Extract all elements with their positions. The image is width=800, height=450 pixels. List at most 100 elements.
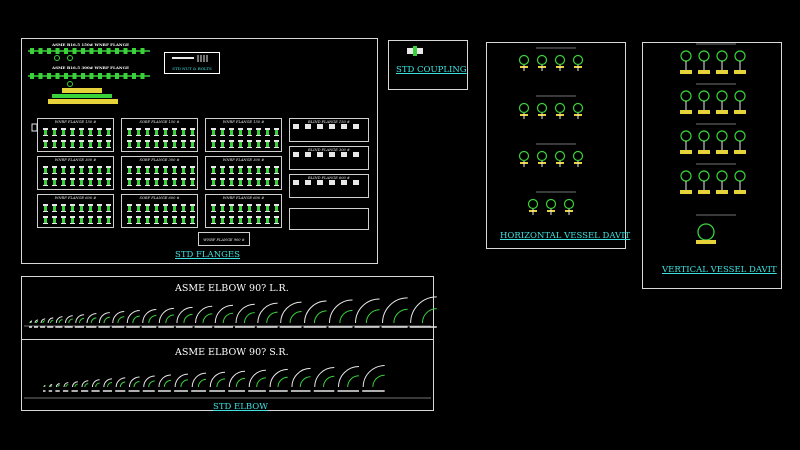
elbow-sr-inner [107, 382, 113, 388]
flange-circle [67, 81, 73, 87]
elbow-sr [269, 368, 288, 388]
elbow-lr-inner [222, 312, 234, 324]
elbow-sr [338, 366, 360, 388]
blind-flange-symbol [305, 180, 311, 185]
davit-circle [536, 150, 548, 162]
flange-circle [54, 55, 60, 61]
cad-drawing [24, 43, 746, 399]
flange-300-mark [72, 73, 77, 79]
blind-flange-symbol [317, 152, 323, 157]
davit-circle [518, 150, 530, 162]
davit-base [680, 70, 692, 74]
davit-circle [563, 198, 575, 210]
elbow-sr [314, 366, 335, 388]
flange-marker [31, 123, 38, 132]
elbow-lr [235, 303, 255, 324]
elbow-sr-inner [347, 375, 360, 388]
blind-flange-symbol [317, 124, 323, 129]
elbow-sr-inner [372, 374, 385, 388]
flange-150-mark [89, 48, 94, 54]
elbow-lr-inner [132, 315, 140, 324]
elbow-lr [329, 299, 353, 324]
davit-base [716, 70, 728, 74]
davit-base [734, 150, 746, 154]
elbow-sr-inner [50, 385, 53, 388]
davit-circle [698, 50, 710, 62]
blind-flange-symbol [353, 152, 359, 157]
flange-150-mark [132, 48, 136, 54]
davit-circle [572, 150, 584, 162]
elbow-lr-inner [393, 308, 408, 324]
elbow-lr-inner [183, 313, 193, 324]
flange-detail [48, 99, 118, 104]
davit-circle [734, 50, 746, 62]
elbow-sr-inner [95, 382, 100, 388]
davit-base [680, 190, 692, 194]
elbow-sr-inner [74, 383, 78, 388]
blind-flange-symbol [317, 180, 323, 185]
flange-300-mark [38, 73, 43, 79]
elbow-sr [362, 365, 385, 388]
elbow-sr-inner [323, 375, 335, 388]
flange-300-mark [106, 73, 111, 79]
flange-300-mark [47, 73, 51, 79]
elbow-sr-inner [119, 381, 126, 388]
elbow-lr-inner [58, 319, 63, 324]
elbow-lr-inner [165, 314, 174, 324]
flange-300-mark [132, 73, 136, 79]
elbow-sr-inner [277, 376, 288, 388]
elbow-lr [257, 302, 278, 324]
davit-circle [545, 198, 557, 210]
elbow-sr-inner [256, 377, 266, 388]
flange-detail [52, 94, 112, 98]
elbow-lr-inner [103, 316, 110, 324]
flange-300-mark [115, 73, 119, 79]
davit-circle [716, 170, 728, 182]
davit-base [680, 150, 692, 154]
elbow-lr-inner [148, 315, 157, 324]
elbow-sr-inner [133, 380, 140, 388]
davit-circle [734, 90, 746, 102]
flange-150-mark [106, 48, 111, 54]
davit-circle [697, 223, 715, 241]
elbow-lr-inner [42, 320, 46, 324]
elbow-lr [410, 296, 437, 324]
coupling-center [413, 46, 417, 56]
blind-flange-symbol [305, 152, 311, 157]
elbow-lr-inner [365, 309, 380, 324]
davit-circle [536, 54, 548, 66]
blind-flange-symbol [305, 124, 311, 129]
davit-base [698, 190, 710, 194]
davit-circle [716, 50, 728, 62]
davit-circle [536, 102, 548, 114]
davit-circle [518, 54, 530, 66]
elbow-lr [355, 298, 380, 324]
elbow-lr-inner [202, 313, 213, 324]
flange-300-mark [55, 73, 60, 79]
davit-base [698, 150, 710, 154]
elbow-sr-inner [216, 378, 226, 388]
davit-circle [527, 198, 539, 210]
elbow-sr-inner [180, 379, 189, 388]
davit-circle [680, 50, 692, 62]
elbow-sr-inner [163, 379, 171, 388]
davit-base [680, 110, 692, 114]
elbow-sr-inner [44, 385, 46, 388]
flange-150-mark [55, 48, 60, 54]
elbow-sr-inner [235, 377, 246, 388]
flange-150-mark [81, 48, 85, 54]
davit-circle [554, 150, 566, 162]
elbow-lr-inner [35, 320, 39, 324]
davit-circle [518, 102, 530, 114]
flange-300-mark [123, 73, 128, 79]
flange-circle [67, 55, 73, 61]
davit-circle [680, 130, 692, 142]
davit-base [734, 190, 746, 194]
elbow-lr-inner [339, 309, 353, 324]
elbow-lr-inner [289, 311, 302, 324]
davit-circle [572, 102, 584, 114]
blind-flange-symbol [353, 180, 359, 185]
flange-300-mark [81, 73, 85, 79]
elbow-lr-inner [78, 317, 85, 324]
elbow-sr-inner [299, 376, 311, 388]
